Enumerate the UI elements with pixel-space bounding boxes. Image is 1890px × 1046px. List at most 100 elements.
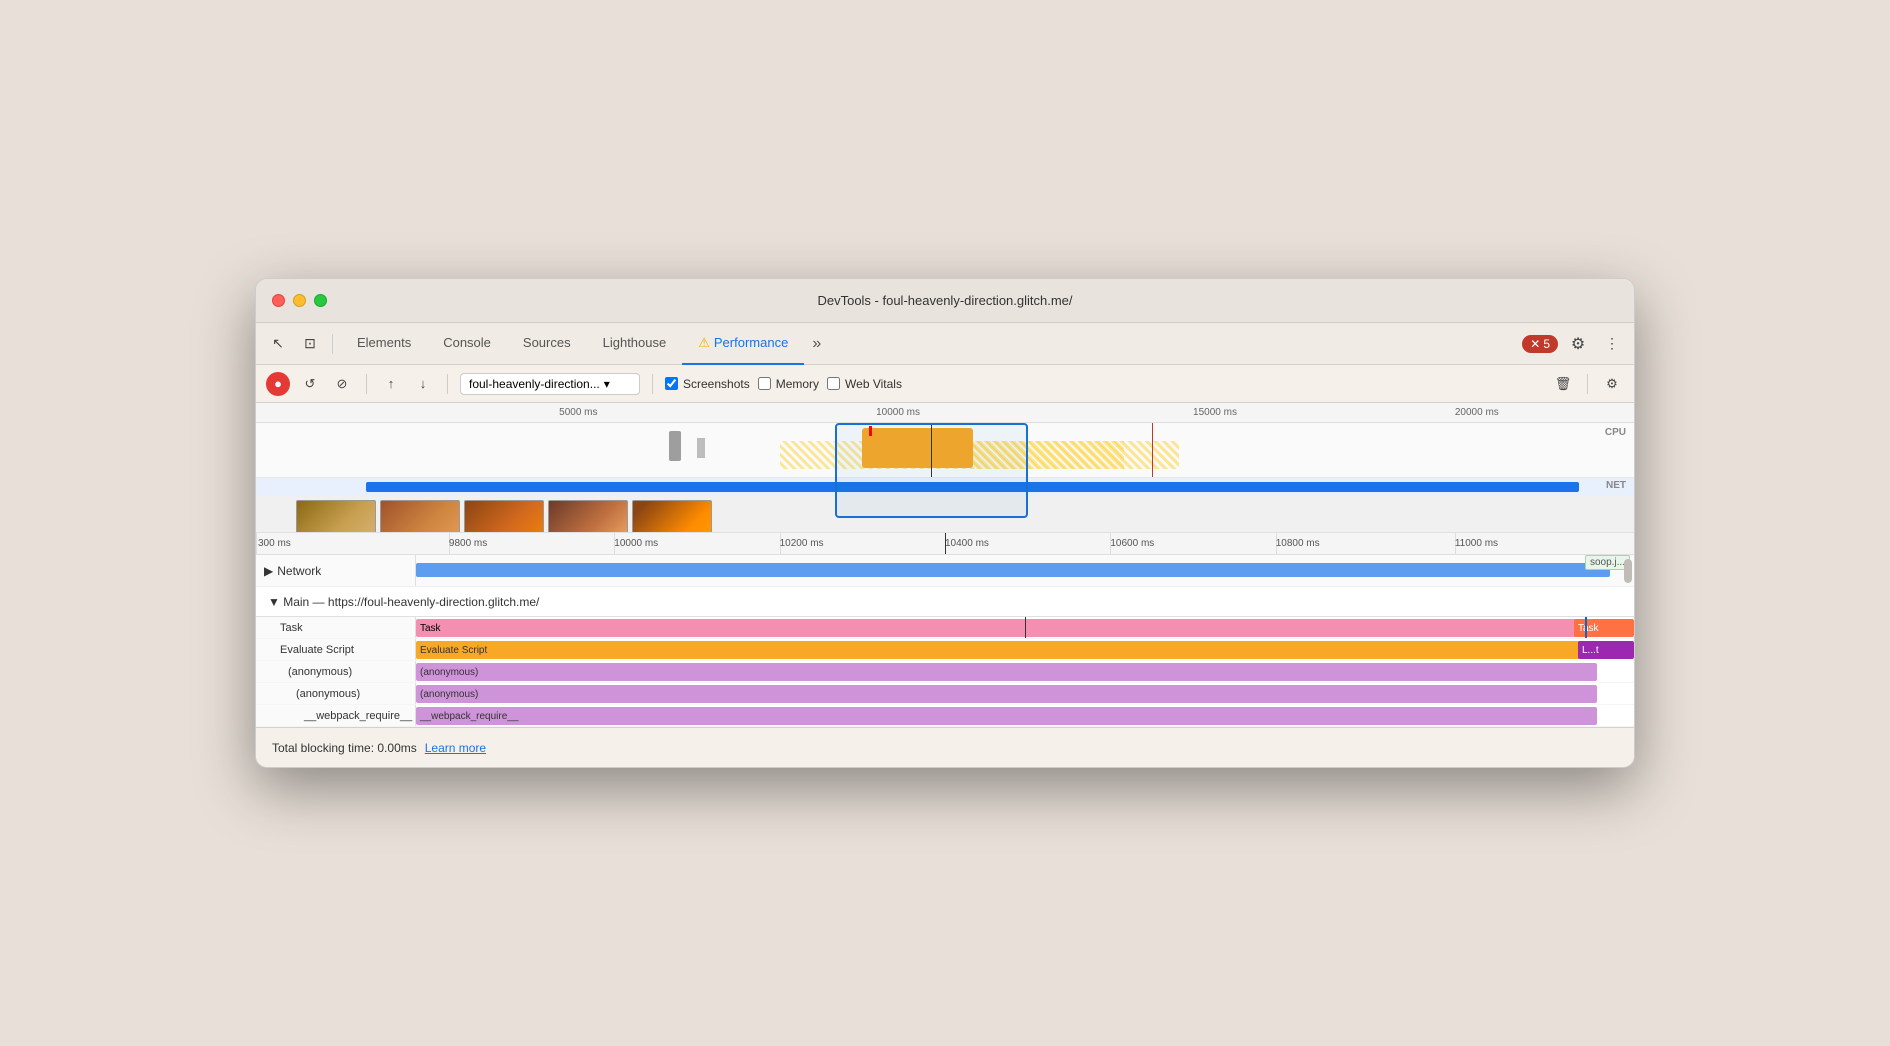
cpu-spike-2	[697, 438, 705, 458]
flame-row-evaluate: Evaluate Script Evaluate Script L...t	[256, 639, 1634, 661]
flame-rows: Task Task Task Evaluate Script	[256, 617, 1634, 727]
anon2-bar[interactable]: (anonymous)	[416, 685, 1597, 703]
url-selector[interactable]: foul-heavenly-direction... ▾	[460, 373, 640, 395]
screenshot-3[interactable]	[464, 500, 544, 534]
network-track-row: ▶ Network soop.j...	[256, 555, 1634, 587]
screenshot-2[interactable]	[380, 500, 460, 534]
screenshot-5[interactable]	[632, 500, 712, 534]
evaluate-bar-right[interactable]: L...t	[1578, 641, 1634, 659]
perf-sep1	[366, 374, 367, 394]
time-detail-11000: 11000 ms	[1455, 538, 1498, 549]
flame-label-anon1: (anonymous)	[256, 661, 416, 682]
tab-performance[interactable]: ⚠ Performance	[682, 323, 804, 365]
memory-checkbox-input[interactable]	[758, 377, 771, 390]
evaluate-bar[interactable]: Evaluate Script	[416, 641, 1597, 659]
flame-content-anon1: (anonymous)	[416, 661, 1634, 682]
tab-elements[interactable]: Elements	[341, 323, 427, 365]
learn-more-link[interactable]: Learn more	[425, 741, 486, 755]
network-label: ▶ Network	[256, 555, 416, 586]
screenshots-strip	[256, 496, 1634, 533]
cpu-hatch-2	[973, 441, 1180, 469]
tracks-area: ▶ Network soop.j... ▼ Main — https://fou…	[256, 555, 1634, 727]
ruler-line-0	[256, 533, 257, 554]
warning-icon: ⚠	[698, 335, 710, 351]
time-detail-10000: 10000 ms	[614, 538, 658, 549]
download-button[interactable]: ↓	[411, 372, 435, 396]
net-bar	[366, 482, 1579, 492]
error-x-icon: ✕	[1530, 337, 1540, 351]
tab-console[interactable]: Console	[427, 323, 507, 365]
task-bar[interactable]: Task	[416, 619, 1597, 637]
reload-record-button[interactable]: ↺	[298, 372, 322, 396]
detail-ruler: 300 ms 9800 ms 10000 ms 10200 ms 10400 m…	[256, 533, 1634, 555]
cpu-spike-1	[669, 431, 681, 461]
task-bar-right[interactable]: Task	[1574, 619, 1634, 637]
overview-panel: 5000 ms 10000 ms 15000 ms 20000 ms CPU N…	[256, 403, 1634, 533]
flame-content-webpack: __webpack_require__	[416, 705, 1634, 726]
time-mark-15000: 15000 ms	[1193, 407, 1237, 418]
perf-sep3	[652, 374, 653, 394]
devtools-window: DevTools - foul-heavenly-direction.glitc…	[255, 278, 1635, 768]
upload-button[interactable]: ↑	[379, 372, 403, 396]
perf-toolbar: ● ↺ ⊘ ↑ ↓ foul-heavenly-direction... ▾ S…	[256, 365, 1634, 403]
tab-lighthouse[interactable]: Lighthouse	[587, 323, 683, 365]
flame-content-evaluate: Evaluate Script L...t	[416, 639, 1634, 660]
screenshot-4[interactable]	[548, 500, 628, 534]
status-bar: Total blocking time: 0.00ms Learn more	[256, 727, 1634, 767]
screenshots-checkbox-input[interactable]	[665, 377, 678, 390]
webpack-bar[interactable]: __webpack_require__	[416, 707, 1597, 725]
network-expand-icon[interactable]: ▶	[264, 564, 273, 578]
flame-row-anon2: (anonymous) (anonymous)	[256, 683, 1634, 705]
screenshot-1[interactable]	[296, 500, 376, 534]
minimize-button[interactable]	[293, 294, 306, 307]
network-bar-main	[416, 563, 1610, 577]
overview-ruler: 5000 ms 10000 ms 15000 ms 20000 ms	[256, 403, 1634, 423]
time-mark-10000: 10000 ms	[876, 407, 920, 418]
settings-icon[interactable]: ⚙	[1564, 330, 1592, 358]
main-thread-header: ▼ Main — https://foul-heavenly-direction…	[256, 587, 1634, 617]
network-scrollbar[interactable]	[1624, 559, 1632, 583]
flame-row-task: Task Task Task	[256, 617, 1634, 639]
flame-label-webpack: __webpack_require__	[256, 705, 416, 726]
time-mark-5000: 5000 ms	[559, 407, 597, 418]
flame-row-anon1: (anonymous) (anonymous)	[256, 661, 1634, 683]
net-track: NET	[256, 478, 1634, 496]
web-vitals-checkbox-input[interactable]	[827, 377, 840, 390]
anon1-bar[interactable]: (anonymous)	[416, 663, 1597, 681]
toolbar-separator	[332, 334, 333, 354]
more-menu-icon[interactable]: ⋮	[1598, 330, 1626, 358]
clear-button[interactable]: ⊘	[330, 372, 354, 396]
network-content: soop.j...	[416, 555, 1634, 586]
tab-sources[interactable]: Sources	[507, 323, 587, 365]
cpu-track: CPU	[256, 423, 1634, 478]
perf-settings-icon[interactable]: ⚙	[1600, 372, 1624, 396]
time-detail-10800: 10800 ms	[1276, 538, 1320, 549]
memory-checkbox[interactable]: Memory	[758, 377, 819, 391]
cursor-icon[interactable]: ↖	[264, 330, 292, 358]
traffic-lights	[272, 294, 327, 307]
trash-icon[interactable]: 🗑	[1551, 372, 1575, 396]
layers-icon[interactable]: ⊡	[296, 330, 324, 358]
flame-label-task: Task	[256, 617, 416, 638]
dropdown-icon: ▾	[604, 377, 610, 391]
time-detail-10400: 10400 ms	[945, 538, 989, 549]
window-title: DevTools - foul-heavenly-direction.glitc…	[817, 293, 1072, 308]
close-button[interactable]	[272, 294, 285, 307]
flame-label-anon2: (anonymous)	[256, 683, 416, 704]
web-vitals-checkbox[interactable]: Web Vitals	[827, 377, 902, 391]
tbt-label: Total blocking time: 0.00ms	[272, 741, 417, 755]
toolbar: ↖ ⊡ Elements Console Sources Lighthouse …	[256, 323, 1634, 365]
time-mark-20000: 20000 ms	[1455, 407, 1499, 418]
tab-more[interactable]: »	[804, 323, 829, 365]
record-button[interactable]: ●	[266, 372, 290, 396]
flame-row-webpack: __webpack_require__ __webpack_require__	[256, 705, 1634, 727]
perf-sep4	[1587, 374, 1588, 394]
time-detail-9800: 9800 ms	[449, 538, 487, 549]
flame-content-task: Task Task	[416, 617, 1634, 638]
error-badge[interactable]: ✕ 5	[1522, 335, 1558, 353]
perf-sep2	[447, 374, 448, 394]
maximize-button[interactable]	[314, 294, 327, 307]
screenshots-checkbox[interactable]: Screenshots	[665, 377, 750, 391]
time-detail-10600: 10600 ms	[1110, 538, 1154, 549]
cpu-red-marker	[869, 426, 872, 436]
